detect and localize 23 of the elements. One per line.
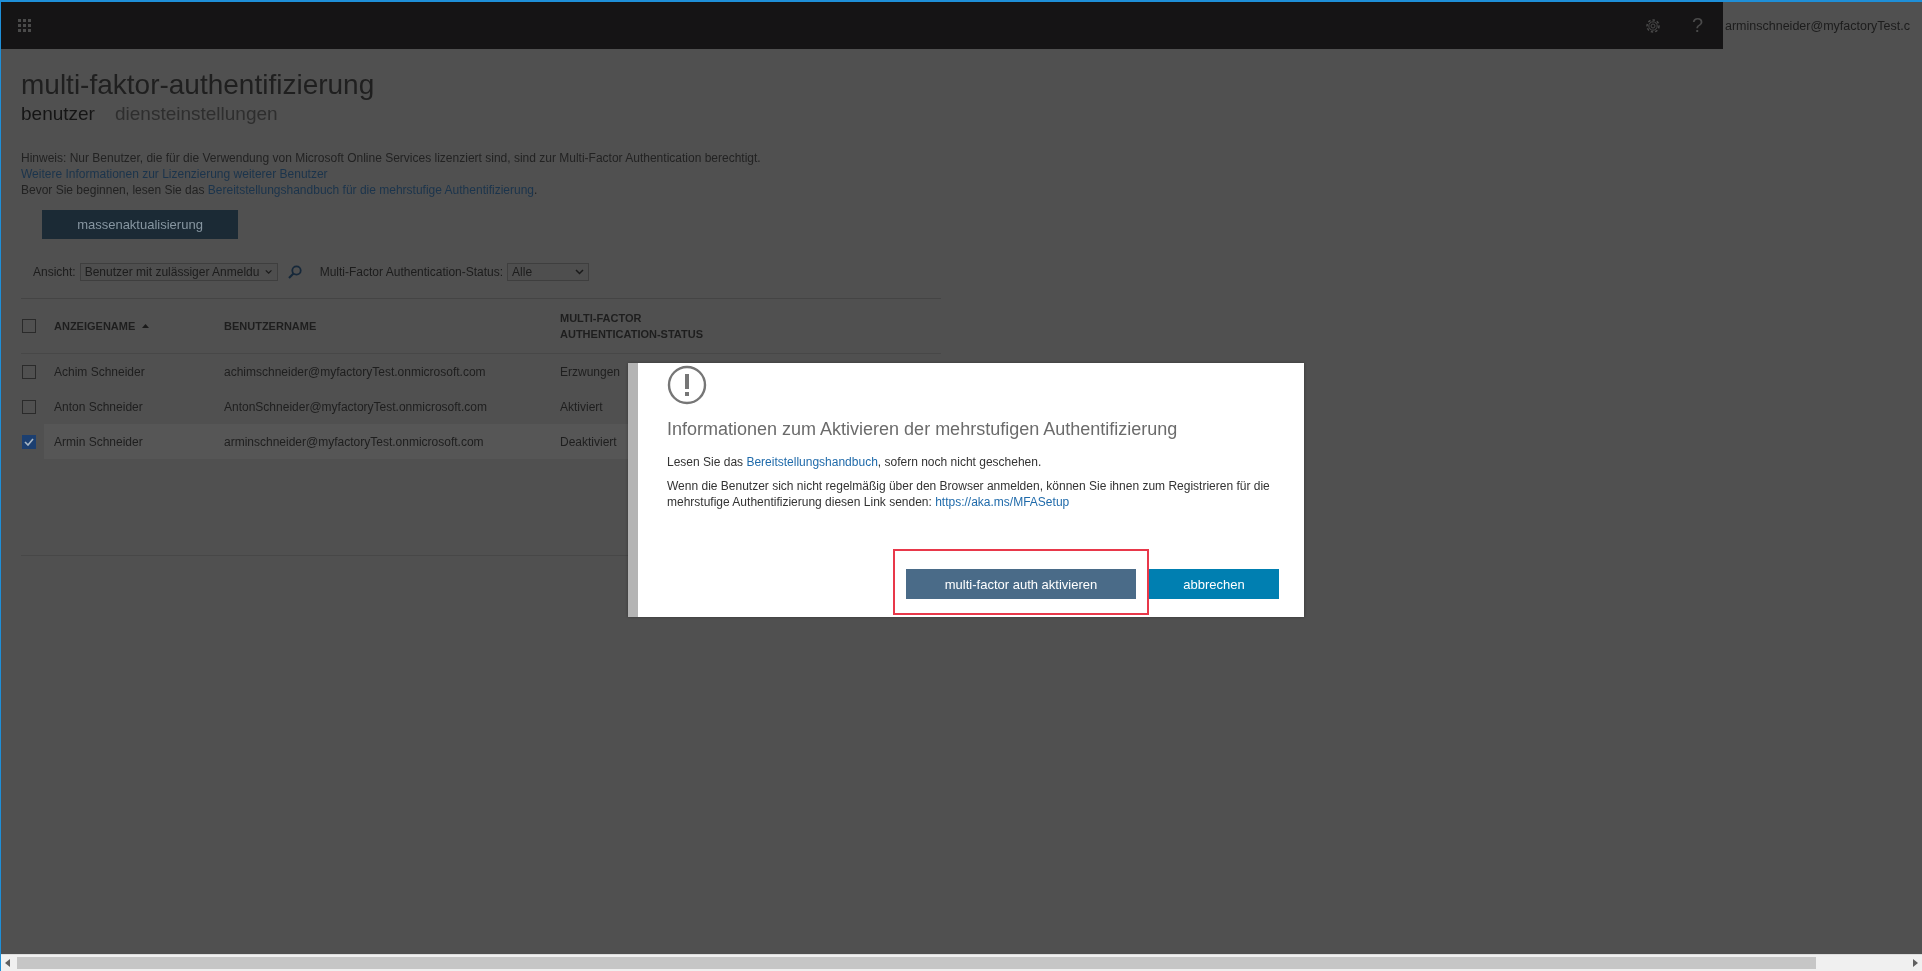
link[interactable]: https://aka.ms/MFASetup	[935, 495, 1070, 509]
chevron-down-icon	[265, 269, 273, 275]
dialog-text: Wenn die Benutzer sich nicht regelmäßig über den Browser anmelden, können Sie ihnen zum Registrieren für die mehrstufige Authentifizierung diesen Link senden: https://aka.ms/MFASetup	[667, 478, 1271, 510]
bulk-update-button[interactable]: massenaktualisierung	[42, 210, 238, 239]
help-icon[interactable]: ?	[1691, 14, 1703, 37]
arrow-right-icon[interactable]	[1912, 959, 1918, 967]
chevron-down-icon	[575, 269, 585, 275]
dialog-button[interactable]: multi-factor auth aktivieren	[906, 569, 1136, 599]
exclamation-icon	[667, 365, 707, 405]
dialog-button[interactable]: abbrechen	[1149, 569, 1279, 599]
table-cell-text: Armin Schneider	[53, 434, 144, 449]
app-launcher-icon[interactable]	[18, 18, 32, 33]
select-all-checkbox[interactable]	[22, 319, 36, 333]
row-checkbox[interactable]	[22, 364, 36, 379]
row-checkbox[interactable]	[22, 399, 36, 414]
search-icon[interactable]	[287, 265, 302, 279]
horizontal-scrollbar[interactable]	[1, 954, 1922, 971]
arrow-left-icon[interactable]	[5, 959, 11, 967]
table-cell-text: Deaktiviert	[560, 434, 618, 449]
table-cell-text: arminschneider@myfactoryTest.onmicrosoft.com	[224, 434, 485, 449]
settings-icon[interactable]	[1643, 16, 1662, 35]
tab[interactable]: benutzer	[21, 103, 95, 125]
row-checkbox[interactable]	[22, 434, 36, 449]
